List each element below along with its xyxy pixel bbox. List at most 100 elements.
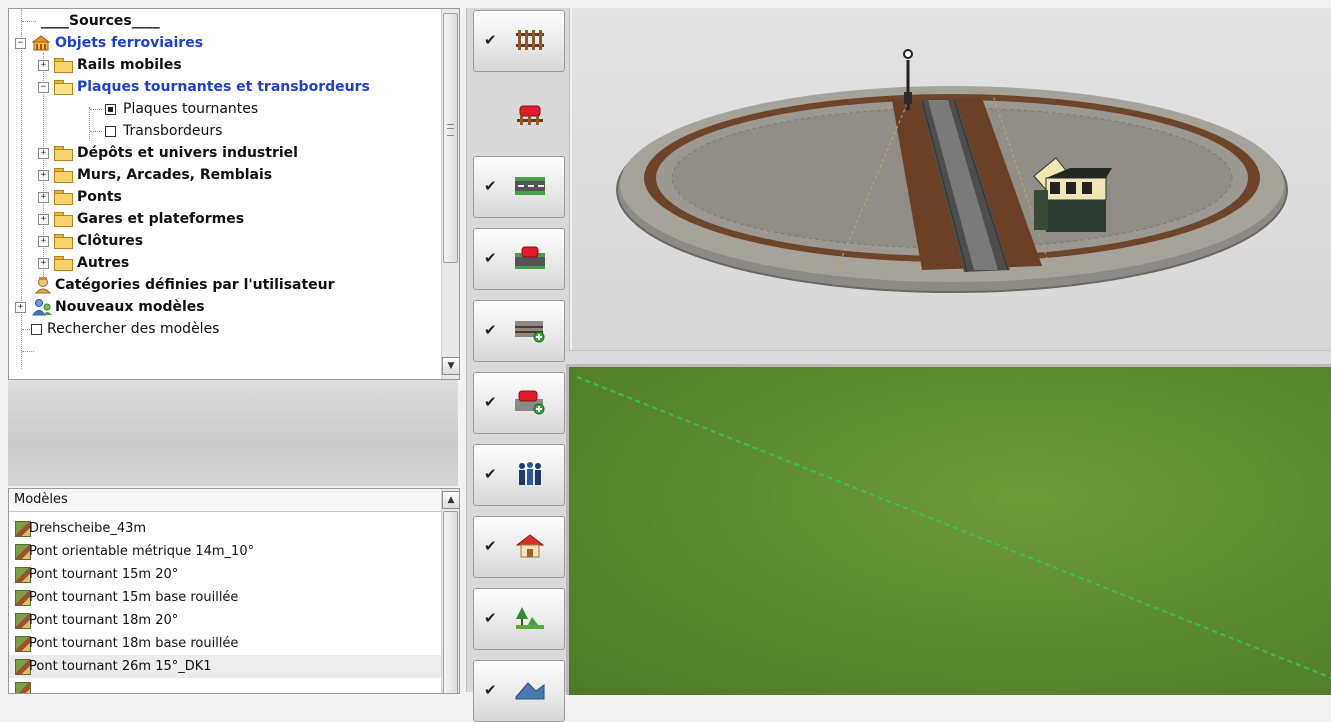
panel-background <box>8 380 458 486</box>
tree-guide-line <box>21 9 22 369</box>
tree-item-label: Gares et plateformes <box>77 211 245 227</box>
landscape-icon <box>514 605 546 631</box>
people-icon <box>514 461 546 487</box>
collapse-icon[interactable]: − <box>38 82 49 93</box>
list-item[interactable]: Pont tournant 18m base rouillée <box>9 632 441 655</box>
list-item[interactable]: Pont tournant 15m 20° <box>9 563 441 586</box>
tool-tram-button[interactable]: ✔ <box>473 300 565 362</box>
view-splitter[interactable] <box>566 350 1331 365</box>
terrain-guide-line <box>576 376 1331 679</box>
check-icon: ✔ <box>484 393 497 411</box>
tool-tram-vehicle-button[interactable]: ✔ <box>473 372 565 434</box>
model-label: Pont tournant 18m base rouillée <box>29 636 239 651</box>
category-toolbar: ✔ ✔ ✔ ✔ ✔ ✔ ✔ ✔ ✔ <box>466 8 570 722</box>
tool-landscape-button[interactable]: ✔ <box>473 588 565 650</box>
expand-icon[interactable]: + <box>38 214 49 225</box>
models-list-header: Modèles <box>9 489 446 512</box>
scrollbar-thumb[interactable] <box>443 13 458 263</box>
category-tree[interactable]: ____Sources____ − Objets ferroviaires + … <box>8 8 460 380</box>
model-label: Pont tournant 18m 20° <box>29 613 179 628</box>
tree-item-label: Plaques tournantes <box>123 101 259 117</box>
tree-item-label: Rails mobiles <box>77 57 182 73</box>
list-item-partial[interactable] <box>9 678 441 693</box>
rolling-stock-icon <box>514 101 546 127</box>
check-icon: ✔ <box>484 31 497 49</box>
tree-item-label: Transbordeurs <box>123 123 223 139</box>
tree-item-label: Objets ferroviaires <box>55 35 204 51</box>
expand-icon[interactable]: + <box>38 236 49 247</box>
checkbox-checked-icon[interactable] <box>105 104 116 115</box>
user-icon <box>33 276 53 294</box>
model-label: Pont orientable métrique 14m_10° <box>29 544 255 559</box>
list-item[interactable]: Pont orientable métrique 14m_10° <box>9 540 441 563</box>
list-item[interactable]: Pont tournant 18m 20° <box>9 609 441 632</box>
list-item[interactable]: Pont tournant 15m base rouillée <box>9 586 441 609</box>
turntable-model-render <box>616 49 1288 293</box>
tool-rolling-stock-button[interactable] <box>473 84 565 146</box>
scrollbar-thumb[interactable] <box>443 511 458 693</box>
scroll-up-arrow-icon[interactable]: ▲ <box>442 491 459 509</box>
tree-trailing-guide <box>9 340 39 362</box>
expand-icon[interactable]: + <box>38 148 49 159</box>
tree-item-label: Nouveaux modèles <box>55 299 205 315</box>
railway-objects-icon <box>31 34 51 52</box>
check-icon: ✔ <box>484 465 497 483</box>
checkbox-empty-icon[interactable] <box>31 324 42 335</box>
folder-icon <box>54 146 73 161</box>
tram-vehicle-icon <box>514 389 546 415</box>
check-icon: ✔ <box>484 321 497 339</box>
tree-item-label: ____Sources____ <box>41 13 160 29</box>
tree-item-label: Rechercher des modèles <box>47 321 220 337</box>
new-models-icon <box>31 298 53 316</box>
road-icon <box>514 173 546 199</box>
tram-icon <box>514 317 546 343</box>
expand-icon[interactable]: + <box>38 170 49 181</box>
check-icon: ✔ <box>484 249 497 267</box>
models-list[interactable]: Modèles Drehscheibe_43m Pont orientable … <box>8 488 460 694</box>
tree-item-label: Ponts <box>77 189 122 205</box>
tree-item-label: Clôtures <box>77 233 144 249</box>
check-icon: ✔ <box>484 681 497 699</box>
list-item[interactable]: Drehscheibe_43m <box>9 517 441 540</box>
expand-icon[interactable]: + <box>38 192 49 203</box>
folder-icon <box>54 234 73 249</box>
track-icon <box>514 27 546 53</box>
scroll-down-arrow-icon[interactable]: ▼ <box>442 357 459 375</box>
checkbox-empty-icon[interactable] <box>105 126 116 137</box>
tool-track-button[interactable]: ✔ <box>473 10 565 72</box>
folder-icon <box>54 190 73 205</box>
terrain-3d-view[interactable] <box>566 364 1331 695</box>
models-scrollbar[interactable]: ▲ <box>441 489 459 693</box>
tree-item-label: Murs, Arcades, Remblais <box>77 167 273 183</box>
tool-house-button[interactable]: ✔ <box>473 516 565 578</box>
model-label: Pont tournant 15m base rouillée <box>29 590 239 605</box>
tool-road-button[interactable]: ✔ <box>473 156 565 218</box>
tool-terrain-button[interactable]: ✔ <box>473 660 565 722</box>
tree-item-label: Plaques tournantes et transbordeurs <box>77 79 370 95</box>
expand-icon[interactable]: + <box>38 258 49 269</box>
folder-icon <box>54 58 73 73</box>
house-icon <box>514 533 546 559</box>
road-vehicle-icon <box>514 245 546 271</box>
terrain-icon <box>514 677 546 703</box>
model-label: Pont tournant 26m 15°_DK1 <box>29 659 212 674</box>
folder-icon <box>54 212 73 227</box>
model-label: Pont tournant 15m 20° <box>29 567 179 582</box>
folder-icon <box>54 168 73 183</box>
model-3d-preview[interactable] <box>572 8 1331 350</box>
collapse-icon[interactable]: − <box>15 38 26 49</box>
tree-item-label: Autres <box>77 255 130 271</box>
tree-scrollbar[interactable]: ▼ <box>441 9 459 379</box>
expand-icon[interactable]: + <box>15 302 26 313</box>
check-icon: ✔ <box>484 609 497 627</box>
folder-icon <box>54 256 73 271</box>
expand-icon[interactable]: + <box>38 60 49 71</box>
tool-road-vehicle-button[interactable]: ✔ <box>473 228 565 290</box>
tree-item-label: Dépôts et univers industriel <box>77 145 298 161</box>
list-item-selected[interactable]: Pont tournant 26m 15°_DK1 <box>9 655 441 678</box>
tool-people-button[interactable]: ✔ <box>473 444 565 506</box>
check-icon: ✔ <box>484 537 497 555</box>
tree-guide-line <box>89 107 90 141</box>
model-icon <box>15 682 31 693</box>
folder-open-icon <box>54 80 73 95</box>
